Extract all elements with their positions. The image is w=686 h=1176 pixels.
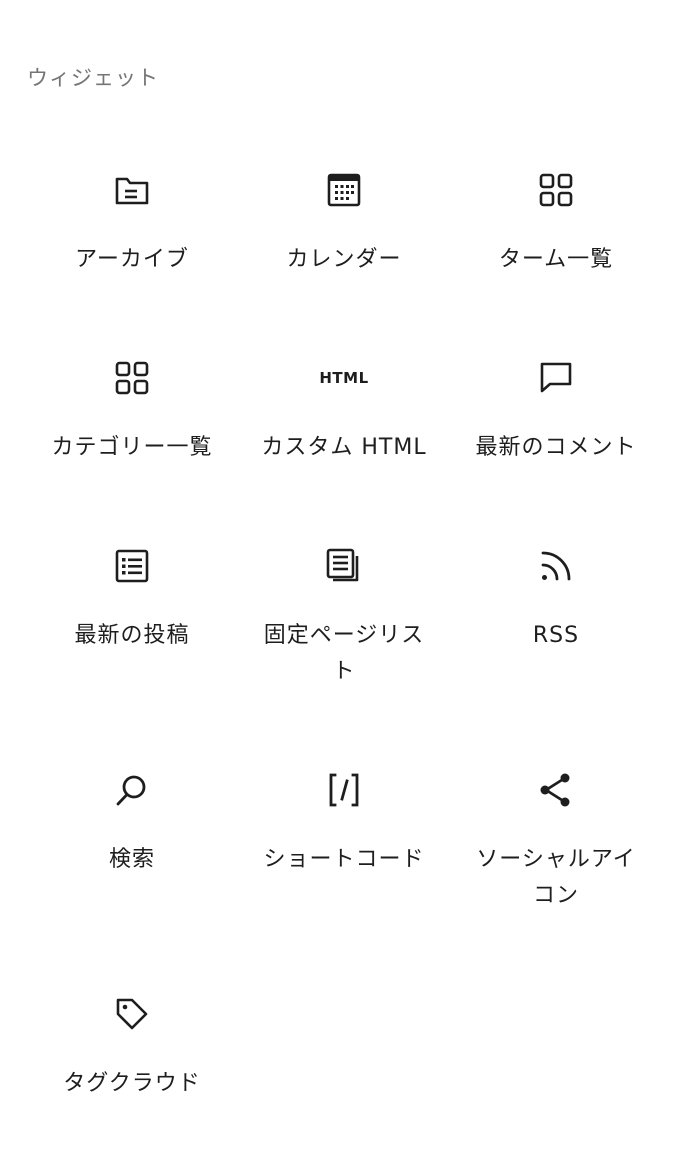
block-custom-html[interactable]: HTML カスタム HTML (238, 338, 450, 526)
widget-block-grid: アーカイブ カレンダー ターム一覧 カテゴリー一覧 HTML カスタム HTML… (26, 150, 662, 1134)
block-latest-posts[interactable]: 最新の投稿 (26, 526, 238, 750)
block-social-icons[interactable]: ソーシャルアイコン (450, 750, 662, 974)
block-category-list[interactable]: カテゴリー一覧 (26, 338, 238, 526)
block-label: ショートコード (263, 847, 425, 872)
block-label: タグクラウド (63, 1071, 201, 1096)
archive-folder-icon (112, 170, 152, 210)
share-icon (536, 770, 576, 810)
post-list-icon (112, 546, 152, 586)
grid-icon (536, 170, 576, 210)
comment-icon (536, 358, 576, 398)
block-page-list[interactable]: 固定ページリスト (238, 526, 450, 750)
block-rss[interactable]: RSS (450, 526, 662, 750)
block-label: カテゴリー一覧 (51, 435, 213, 460)
block-label: RSS (532, 623, 580, 648)
rss-icon (536, 546, 576, 586)
html-icon: HTML (319, 358, 368, 398)
block-label: 検索 (108, 847, 155, 872)
block-label: ターム一覧 (498, 247, 614, 272)
block-calendar[interactable]: カレンダー (238, 150, 450, 338)
widget-inserter-panel: ウィジェット アーカイブ カレンダー ターム一覧 カテゴリー一覧 HTML カス… (0, 0, 686, 1176)
shortcode-icon (324, 770, 364, 810)
block-label: カスタム HTML (261, 435, 427, 460)
block-tag-cloud[interactable]: タグクラウド (26, 974, 238, 1134)
block-search[interactable]: 検索 (26, 750, 238, 974)
block-label: 最新のコメント (475, 435, 637, 460)
block-shortcode[interactable]: ショートコード (238, 750, 450, 974)
pages-icon (324, 546, 364, 586)
block-label: 固定ページリスト (263, 623, 425, 684)
html-glyph-text: HTML (319, 369, 369, 387)
calendar-icon (324, 170, 364, 210)
tag-icon (112, 994, 152, 1034)
search-icon (112, 770, 152, 810)
block-term-list[interactable]: ターム一覧 (450, 150, 662, 338)
block-label: カレンダー (286, 247, 402, 272)
block-label: ソーシャルアイコン (476, 847, 636, 908)
block-label: 最新の投稿 (74, 623, 190, 648)
block-latest-comments[interactable]: 最新のコメント (450, 338, 662, 526)
block-label: アーカイブ (75, 247, 189, 272)
grid-icon (112, 358, 152, 398)
section-title: ウィジェット (27, 66, 159, 90)
block-archive[interactable]: アーカイブ (26, 150, 238, 338)
